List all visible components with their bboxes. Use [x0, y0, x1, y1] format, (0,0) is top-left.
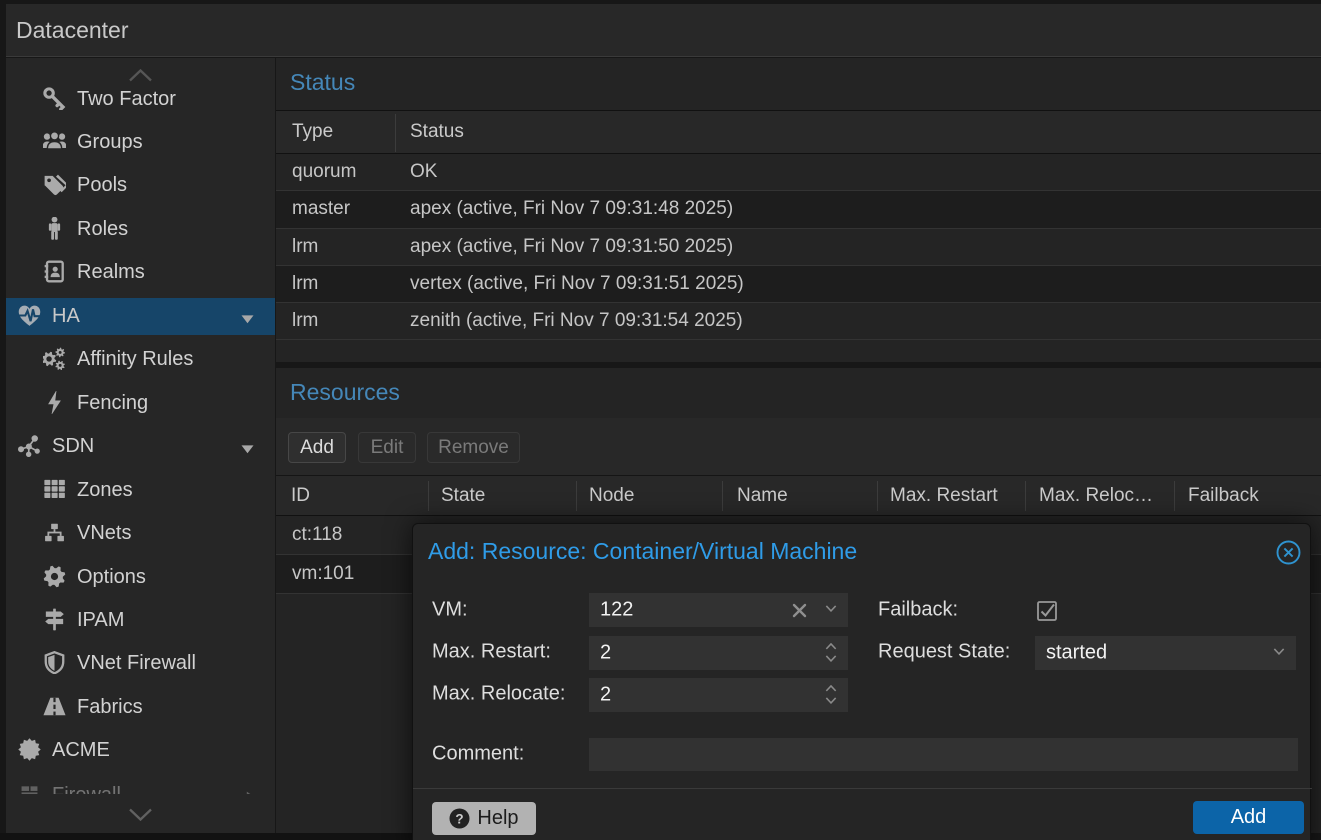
svg-text:?: ? [456, 811, 464, 826]
